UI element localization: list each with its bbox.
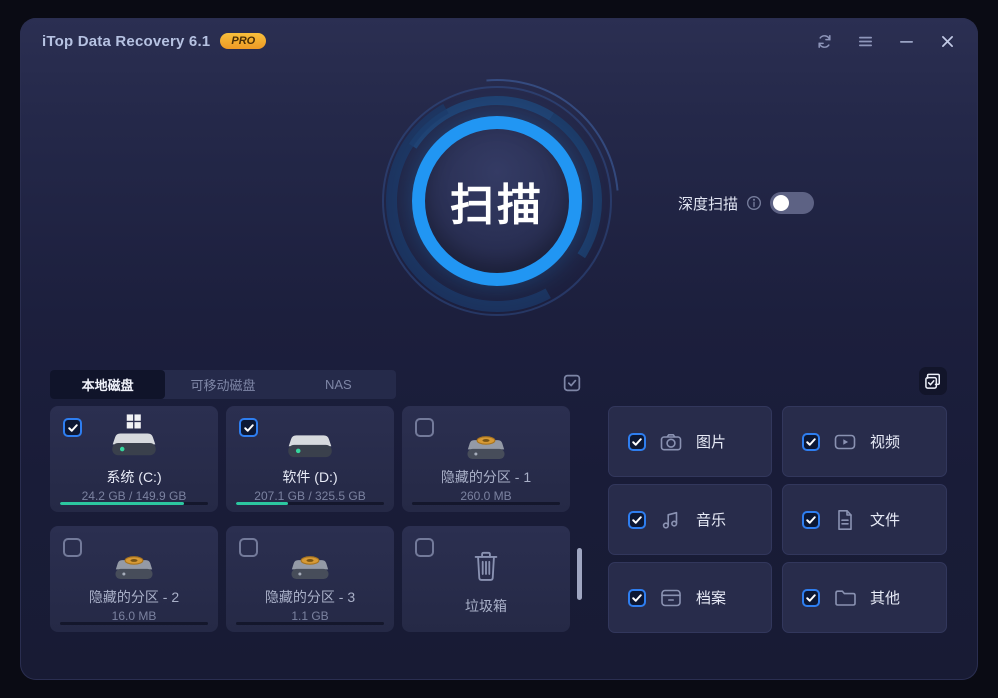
disk-name: 隐藏的分区 - 1 [402,467,570,487]
file-type-label: 音乐 [696,509,726,530]
hidden-partition-icon [50,532,218,582]
disk-scrollbar-thumb[interactable] [577,548,582,600]
disk-card[interactable]: 隐藏的分区 - 3 1.1 GB [226,526,394,632]
disk-name: 垃圾箱 [402,596,570,616]
deep-scan-label: 深度扫描 [678,193,738,214]
file-type-tile[interactable]: 音乐 [608,484,772,555]
close-icon[interactable] [938,32,956,50]
deep-scan-row: 深度扫描 [678,190,814,216]
file-type-label: 图片 [696,431,726,452]
disk-name: 软件 (D:) [226,467,394,487]
file-type-label: 其他 [870,587,900,608]
file-type-label: 档案 [696,587,726,608]
deep-scan-toggle[interactable] [770,192,814,214]
video-icon [833,430,857,454]
disk-usage-fill [60,502,184,505]
pro-badge: PRO [220,33,266,49]
menu-icon[interactable] [856,32,874,50]
select-all-filetypes-icon[interactable] [919,367,947,395]
disk-card[interactable]: 软件 (D:) 207.1 GB / 325.5 GB [226,406,394,512]
disk-size: 16.0 MB [50,609,218,623]
file-type-checkbox[interactable] [628,589,646,607]
disk-usage-bar [412,502,560,505]
disk-name: 隐藏的分区 - 2 [50,587,218,607]
disk-tab-0[interactable]: 本地磁盘 [50,370,165,399]
system-drive-icon [50,412,218,462]
titlebar: iTop Data Recovery 6.1 PRO [20,18,978,64]
file-type-label: 视频 [870,431,900,452]
disk-name: 隐藏的分区 - 3 [226,587,394,607]
disk-card[interactable]: 隐藏的分区 - 2 16.0 MB [50,526,218,632]
disk-usage-bar [60,622,208,625]
file-type-tile[interactable]: 文件 [782,484,947,555]
file-type-tile[interactable]: 其他 [782,562,947,633]
disk-tab-1[interactable]: 可移动磁盘 [165,370,280,399]
disk-size: 1.1 GB [226,609,394,623]
file-type-grid: 图片 视频 音乐 文件 档案 其他 [608,406,947,633]
app-window: iTop Data Recovery 6.1 PRO [20,18,978,680]
folder-icon [833,586,857,610]
disk-usage-bar [60,502,208,505]
scan-button-label: 扫描 [450,169,544,233]
music-icon [659,508,683,532]
file-type-tile[interactable]: 视频 [782,406,947,477]
toggle-knob [773,195,789,211]
window-controls [815,32,956,50]
disk-card[interactable]: 隐藏的分区 - 1 260.0 MB [402,406,570,512]
select-all-disks-checkbox-icon[interactable] [560,371,584,395]
document-icon [833,508,857,532]
file-type-label: 文件 [870,509,900,530]
hidden-partition-icon [226,532,394,582]
hidden-partition-icon [402,412,570,462]
file-type-checkbox[interactable] [802,589,820,607]
info-icon[interactable] [746,195,762,211]
disk-card[interactable]: 垃圾箱 [402,526,570,632]
file-type-checkbox[interactable] [628,511,646,529]
file-type-checkbox[interactable] [802,433,820,451]
drive-icon [226,412,394,462]
scan-cluster: 扫描 [382,86,612,316]
file-type-tile[interactable]: 图片 [608,406,772,477]
disk-grid: 系统 (C:) 24.2 GB / 149.9 GB 软件 (D:) 207.1… [50,406,570,632]
file-type-tile[interactable]: 档案 [608,562,772,633]
file-type-checkbox[interactable] [628,433,646,451]
minimize-icon[interactable] [897,32,915,50]
scan-button[interactable]: 扫描 [412,116,582,286]
disk-usage-bar [236,622,384,625]
disk-card[interactable]: 系统 (C:) 24.2 GB / 149.9 GB [50,406,218,512]
archive-icon [659,586,683,610]
disk-tab-2[interactable]: NAS [281,370,396,399]
disk-usage-fill [236,502,288,505]
app-title: iTop Data Recovery 6.1 [42,33,210,50]
file-type-checkbox[interactable] [802,511,820,529]
disk-size: 260.0 MB [402,489,570,503]
disk-usage-bar [236,502,384,505]
disk-tabbar: 本地磁盘可移动磁盘NAS [50,370,396,399]
disk-name: 系统 (C:) [50,467,218,487]
disk-size: 207.1 GB / 325.5 GB [226,489,394,503]
camera-icon [659,430,683,454]
trash-icon [402,532,570,582]
refresh-icon[interactable] [815,32,833,50]
disk-size: 24.2 GB / 149.9 GB [50,489,218,503]
